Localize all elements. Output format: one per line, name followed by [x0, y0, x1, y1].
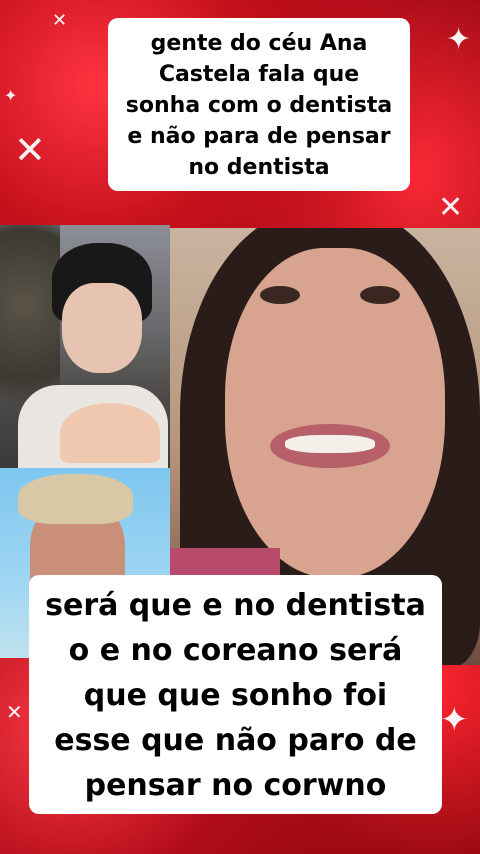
sparkle-x-icon: ✕	[438, 190, 464, 225]
caption-line: esse que não paro de	[54, 723, 417, 758]
caption-line: gente do céu Ana	[150, 31, 368, 56]
sparkle-x-icon: ✕	[6, 700, 23, 724]
caption-line: que que sonho foi	[83, 678, 388, 713]
caption-top: gente do céu Ana Castela fala que sonha …	[108, 18, 410, 191]
heart-hands	[60, 403, 160, 463]
caption-line: e não para de pensar	[127, 124, 391, 149]
caption-line: o e no coreano será	[68, 633, 403, 668]
caption-line: Castela fala que	[158, 62, 360, 87]
blond-hair	[18, 474, 133, 524]
sparkle-x-icon: ✕	[52, 10, 68, 31]
caption-bottom: será que e no dentista o e no coreano se…	[29, 575, 442, 814]
right-eye	[360, 286, 400, 304]
caption-line: será que e no dentista	[45, 588, 426, 623]
photo-korean-man	[0, 225, 170, 468]
sparkle-star-icon: ✦	[446, 22, 472, 57]
teeth	[285, 435, 375, 453]
face	[225, 248, 445, 578]
sparkle-star-icon: ✦	[440, 700, 469, 740]
face	[62, 283, 142, 373]
caption-line: pensar no corwno	[84, 768, 387, 803]
caption-line: no dentista	[188, 155, 330, 180]
left-eye	[260, 286, 300, 304]
caption-line: sonha com o dentista	[125, 93, 393, 118]
sparkle-star-icon: ✦	[4, 86, 18, 105]
sparkle-x-icon: ✕	[14, 128, 46, 172]
